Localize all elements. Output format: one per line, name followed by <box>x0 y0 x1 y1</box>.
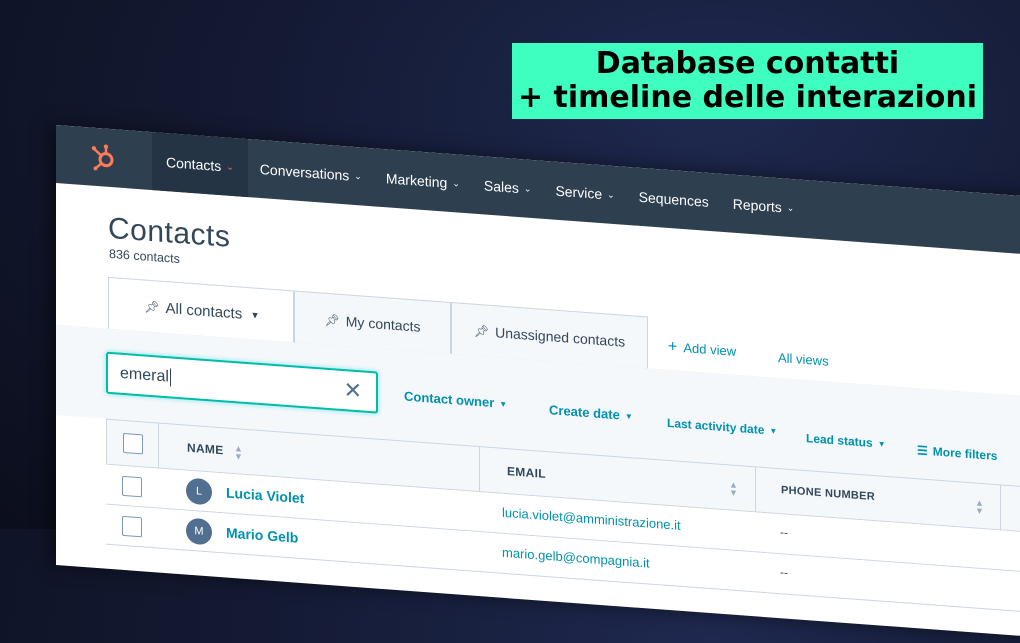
chevron-down-icon: ⌄ <box>354 170 362 181</box>
contact-phone: -- <box>780 525 788 540</box>
caret-down-icon: ▼ <box>877 439 886 450</box>
hubspot-logo-icon[interactable] <box>56 125 152 190</box>
hubspot-window: Contacts ⌄ Conversations ⌄ Marketing ⌄ S… <box>56 125 1020 643</box>
sort-icon[interactable]: ▲ ▼ <box>975 497 984 516</box>
pin-icon: 📌︎ <box>324 312 340 328</box>
contact-email-link[interactable]: mario.gelb@compagnia.it <box>502 545 650 571</box>
contact-name-link[interactable]: Mario Gelb <box>226 524 298 545</box>
divider <box>755 467 756 514</box>
tab-all-contacts-label: All contacts <box>165 299 243 323</box>
all-views-link[interactable]: All views <box>778 350 829 369</box>
caret-down-icon: ▼ <box>499 399 508 410</box>
nav-service[interactable]: Service ⌄ <box>543 161 626 225</box>
plus-icon: + <box>668 337 678 356</box>
add-view-button[interactable]: + Add view <box>668 338 736 361</box>
nav-marketing[interactable]: Marketing ⌄ <box>374 148 472 213</box>
banner-line-1: Database contatti <box>595 46 900 81</box>
nav-marketing-label: Marketing <box>385 170 448 191</box>
nav-sales[interactable]: Sales ⌄ <box>472 156 544 219</box>
nav-contacts-label: Contacts <box>166 154 222 175</box>
nav-sequences[interactable]: Sequences <box>627 167 721 232</box>
column-header-email[interactable]: EMAIL <box>507 464 546 481</box>
pin-icon: 📌︎ <box>144 299 160 315</box>
nav-sales-label: Sales <box>483 177 519 196</box>
tab-unassigned-contacts-label: Unassigned contacts <box>495 323 626 350</box>
banner-line-2: + timeline delle interazioni <box>517 80 978 115</box>
avatar: M <box>186 517 212 546</box>
column-header-name[interactable]: NAME <box>187 441 224 458</box>
text-cursor <box>169 368 171 387</box>
row-checkbox[interactable] <box>122 515 142 538</box>
divider <box>1000 485 1001 532</box>
add-view-label: Add view <box>683 340 737 359</box>
sliders-icon: ☰ <box>917 443 928 459</box>
contact-phone: -- <box>780 565 788 580</box>
sort-icon[interactable]: ▲ ▼ <box>729 479 738 498</box>
caret-down-icon: ▼ <box>624 411 633 422</box>
column-header-phone-number[interactable]: PHONE NUMBER <box>781 484 875 503</box>
nav-conversations-label: Conversations <box>259 160 350 184</box>
avatar: L <box>186 477 212 506</box>
chevron-down-icon: ⌄ <box>523 182 532 194</box>
divider <box>158 423 159 470</box>
nav-conversations[interactable]: Conversations ⌄ <box>248 139 374 206</box>
contact-name-link[interactable]: Lucia Violet <box>226 484 304 506</box>
row-checkbox[interactable] <box>122 475 142 498</box>
pin-icon: 📌︎ <box>473 323 490 339</box>
chevron-down-icon: ⌄ <box>452 177 460 189</box>
caret-down-icon: ▼ <box>769 426 778 437</box>
select-all-checkbox[interactable] <box>123 432 143 455</box>
chevron-down-icon: ⌄ <box>786 202 795 213</box>
divider <box>479 447 480 494</box>
nav-reports[interactable]: Reports ⌄ <box>721 174 807 238</box>
nav-sequences-label: Sequences <box>638 188 709 210</box>
promo-banner: Database contatti + timeline delle inter… <box>512 43 983 119</box>
chevron-down-icon: ⌄ <box>226 161 234 172</box>
sort-icon[interactable]: ▲ ▼ <box>234 443 243 462</box>
tab-my-contacts-label: My contacts <box>345 312 421 335</box>
nav-service-label: Service <box>555 182 603 203</box>
search-input-value: emeral <box>120 364 169 386</box>
caret-down-icon[interactable]: ▾ <box>252 308 258 321</box>
nav-contacts[interactable]: Contacts ⌄ <box>152 132 248 198</box>
close-icon[interactable]: ✕ <box>344 377 362 404</box>
chevron-down-icon: ⌄ <box>607 188 615 200</box>
nav-reports-label: Reports <box>732 195 782 216</box>
